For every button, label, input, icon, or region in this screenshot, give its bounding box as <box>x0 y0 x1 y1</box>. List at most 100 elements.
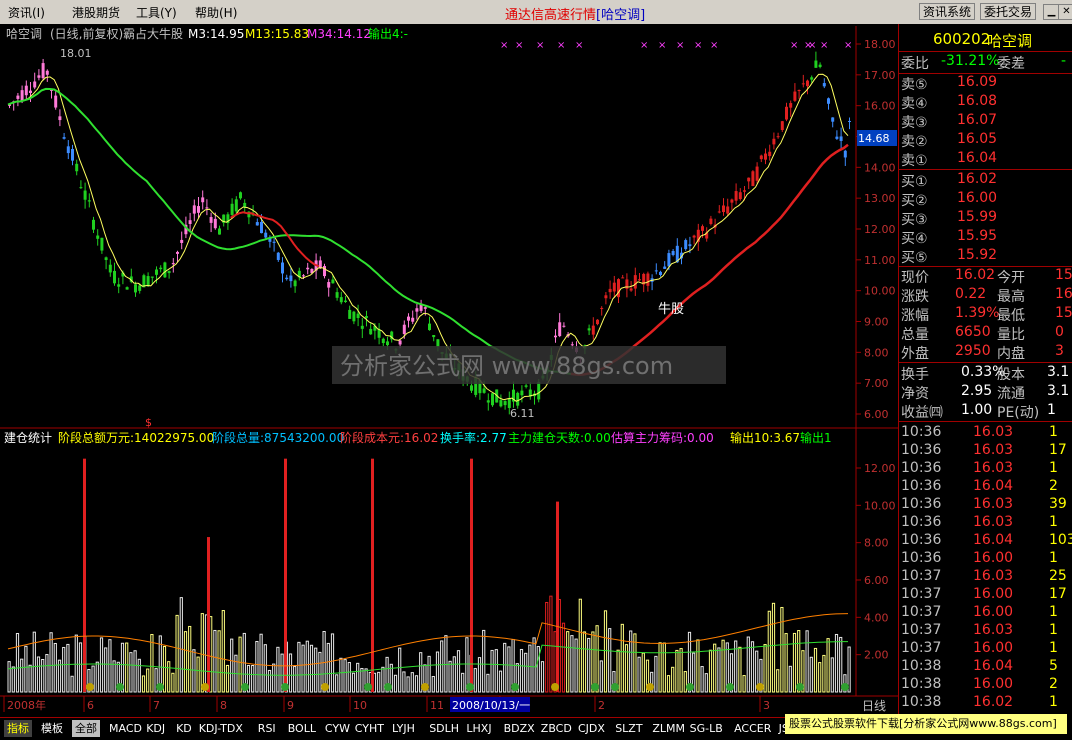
tab-sg-lb[interactable]: SG-LB <box>687 720 726 737</box>
stat-label: 涨跌 <box>901 289 929 305</box>
tab-cjdx[interactable]: CJDX <box>575 720 608 737</box>
tab-cyw[interactable]: CYW <box>322 720 353 737</box>
tab-lhxj[interactable]: LHXJ <box>463 720 494 737</box>
price-axis-label: 8.00 <box>864 346 889 359</box>
candle-body <box>747 177 751 182</box>
menu-info[interactable]: 资讯(I) <box>8 4 45 21</box>
tab-kd[interactable]: KD <box>173 720 195 737</box>
candle-body <box>570 344 574 346</box>
candle-body <box>411 317 415 322</box>
tick-price: 16.04 <box>973 478 1014 494</box>
price-axis-label: 6.00 <box>864 408 889 421</box>
tab-zbcd[interactable]: ZBCD <box>538 720 575 737</box>
tick-volume: 39 <box>1049 496 1067 512</box>
stat-label: 量比 <box>997 327 1025 343</box>
volume-bar <box>377 671 381 693</box>
price-axis-label: 18.00 <box>864 38 896 51</box>
vol-axis-label: 4.00 <box>864 611 889 624</box>
close-icon[interactable]: ✕ <box>1058 4 1072 20</box>
volume-bar <box>591 631 595 693</box>
tick-volume: 1 <box>1049 460 1058 476</box>
stat-value: 16.02 <box>955 267 996 283</box>
app-title-stock: [哈空调] <box>596 8 646 23</box>
tick-time: 10:37 <box>901 568 942 584</box>
tab-cyht[interactable]: CYHT <box>352 720 387 737</box>
volume-bar <box>146 668 150 693</box>
date-axis-label: 7 <box>153 699 160 712</box>
tab-slzt[interactable]: SLZT <box>612 720 645 737</box>
tab-zlmm[interactable]: ZLMM <box>649 720 688 737</box>
volume-bar <box>536 646 540 693</box>
volume-bar <box>767 610 771 693</box>
volume-bar <box>15 633 20 693</box>
stat-label: 收益㈣ <box>901 405 943 421</box>
tick-price: 16.03 <box>973 460 1014 476</box>
volume-bar <box>776 669 780 693</box>
candle-body <box>163 262 167 278</box>
candle-body <box>743 190 746 192</box>
menu-hk-futures[interactable]: 港股期货 <box>72 4 120 21</box>
tab-全部[interactable]: 全部 <box>72 720 100 737</box>
bottom-signal-icon <box>241 683 249 691</box>
vol-axis-label: 2.00 <box>864 649 889 662</box>
tab-boll[interactable]: BOLL <box>285 720 319 737</box>
tick-price: 16.03 <box>973 496 1014 512</box>
volume-bar <box>133 650 137 693</box>
candle-body <box>192 205 196 214</box>
volume-bar <box>406 676 410 693</box>
volume-bar <box>587 637 591 693</box>
candle-body <box>134 284 137 293</box>
tab-模板[interactable]: 模板 <box>38 720 66 737</box>
lower-amount: 阶段总额万元:14022975.00 <box>58 430 214 445</box>
niu-label: 牛股 <box>658 302 684 317</box>
volume-bar <box>32 631 36 693</box>
tab-kdj-tdx[interactable]: KDJ-TDX <box>196 720 246 737</box>
menu-tools[interactable]: 工具(Y) <box>136 4 177 21</box>
candle-body <box>352 311 356 322</box>
volume-bar <box>62 646 66 693</box>
tab-macd[interactable]: MACD <box>106 720 145 737</box>
candle-body <box>138 285 142 291</box>
stat-value: 3.1 <box>1047 383 1070 399</box>
volume-bar <box>393 674 398 693</box>
volume-bar <box>570 635 574 693</box>
volume-bar <box>141 675 146 693</box>
candle-body <box>264 232 268 238</box>
tab-sdlh[interactable]: SDLH <box>426 720 462 737</box>
chart-area[interactable]: 18.0017.0016.0015.0014.0013.0012.0011.00… <box>0 24 898 717</box>
price-axis-label: 17.00 <box>864 69 896 82</box>
ad-banner[interactable]: 股票公式股票软件下载[分析家公式网www.88gs.com] <box>785 714 1067 734</box>
kline-chart[interactable]: 18.0017.0016.0015.0014.0013.0012.0011.00… <box>0 24 898 717</box>
tab-bdzx[interactable]: BDZX <box>501 720 538 737</box>
trade-button[interactable]: 委托交易 <box>980 3 1037 20</box>
volume-bar <box>834 633 839 693</box>
menu-help[interactable]: 帮助(H) <box>195 4 237 21</box>
buy-level-label: 买① <box>901 174 928 190</box>
weicha-label: 委差 <box>997 56 1025 72</box>
tab-accer[interactable]: ACCER <box>731 720 774 737</box>
candle-body <box>717 211 721 213</box>
volume-bar <box>402 671 406 693</box>
tab-rsi[interactable]: RSI <box>255 720 279 737</box>
candle-body <box>428 323 431 331</box>
quote-code: 600202 <box>933 30 991 48</box>
tab-lyjh[interactable]: LYJH <box>389 720 418 737</box>
volume-bar <box>780 606 784 693</box>
buy-level-label: 买② <box>901 193 928 209</box>
signal-bar <box>470 458 473 692</box>
tab-kdj[interactable]: KDJ <box>143 720 168 737</box>
weicha-value: - <box>1061 53 1067 69</box>
lower-turnover: 换手率:2.77 <box>440 430 507 445</box>
candle-body <box>83 190 87 200</box>
date-axis-label: 6 <box>87 699 94 712</box>
stat-value: 3 <box>1055 343 1064 359</box>
signal-marker: × <box>575 40 583 51</box>
signal-bar <box>556 501 559 692</box>
volume-bar <box>620 623 624 693</box>
info-system-button[interactable]: 资讯系统 <box>919 3 976 20</box>
tick-volume: 1 <box>1049 604 1058 620</box>
volume-bar <box>498 670 503 693</box>
tab-指标[interactable]: 指标 <box>4 720 32 737</box>
volume-bar <box>150 634 154 693</box>
volume-bar <box>305 640 309 693</box>
